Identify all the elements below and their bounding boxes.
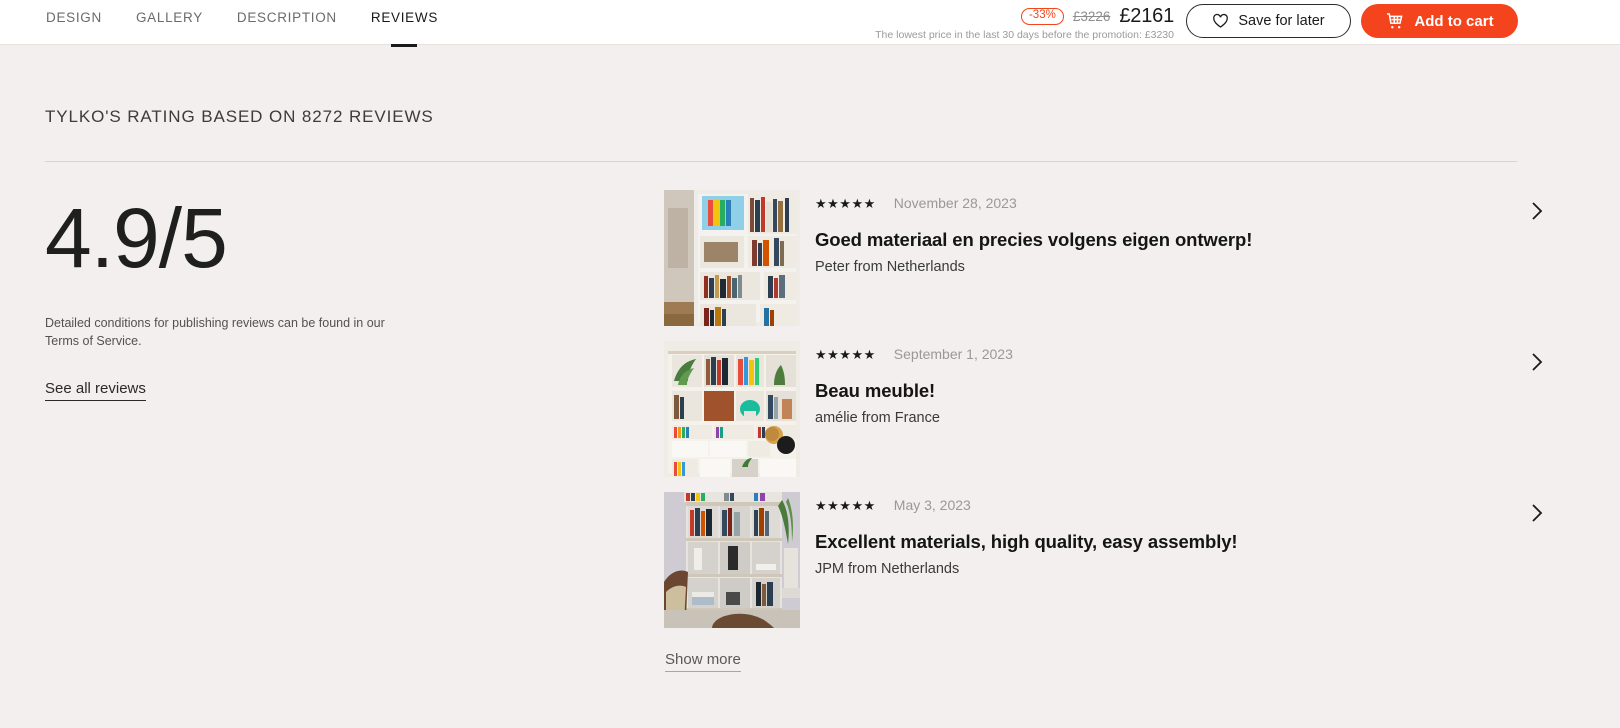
review-content: ★★★★★ November 28, 2023 Goed materiaal e… <box>800 190 1564 275</box>
review-date: May 3, 2023 <box>893 497 971 513</box>
review-thumbnail <box>664 190 800 326</box>
review-list-item[interactable]: ★★★★★ September 1, 2023 Beau meuble! amé… <box>664 341 1564 492</box>
reviews-section-heading: TYLKO'S RATING BASED ON 8272 REVIEWS <box>45 107 434 126</box>
review-title: Excellent materials, high quality, easy … <box>815 531 1238 552</box>
shopping-cart-icon <box>1385 12 1404 30</box>
star-rating-icon: ★★★★★ <box>815 346 876 362</box>
product-sticky-header: DESIGN GALLERY DESCRIPTION REVIEWS -33% … <box>0 0 1620 45</box>
review-title: Goed materiaal en precies volgens eigen … <box>815 229 1253 250</box>
review-author: amélie from France <box>815 410 940 426</box>
rating-summary: 4.9/5 Detailed conditions for publishing… <box>45 190 465 401</box>
reviews-list: ★★★★★ November 28, 2023 Goed materiaal e… <box>664 190 1564 672</box>
nav-tab-reviews[interactable]: REVIEWS <box>371 10 438 39</box>
review-date: September 1, 2023 <box>893 346 1013 362</box>
review-meta: ★★★★★ May 3, 2023 <box>815 496 1564 514</box>
nav-tab-gallery[interactable]: GALLERY <box>136 10 203 39</box>
chevron-right-icon[interactable] <box>1526 200 1548 222</box>
add-to-cart-button[interactable]: Add to cart <box>1361 4 1518 38</box>
see-all-reviews-link[interactable]: See all reviews <box>45 380 146 401</box>
save-for-later-label: Save for later <box>1238 13 1325 29</box>
review-date: November 28, 2023 <box>893 195 1017 211</box>
old-price: £3226 <box>1072 9 1111 24</box>
add-to-cart-label: Add to cart <box>1414 12 1494 30</box>
star-rating-icon: ★★★★★ <box>815 195 876 211</box>
review-thumbnail <box>664 341 800 477</box>
review-title: Beau meuble! <box>815 380 936 401</box>
current-price: £2161 <box>1119 5 1174 27</box>
show-more-button[interactable]: Show more <box>665 651 741 672</box>
heart-icon <box>1212 13 1229 29</box>
review-meta: ★★★★★ November 28, 2023 <box>815 194 1564 212</box>
review-meta: ★★★★★ September 1, 2023 <box>815 345 1564 363</box>
chevron-right-icon[interactable] <box>1526 351 1548 373</box>
review-content: ★★★★★ September 1, 2023 Beau meuble! amé… <box>800 341 1564 426</box>
nav-tab-design[interactable]: DESIGN <box>46 10 102 39</box>
save-for-later-button[interactable]: Save for later <box>1186 4 1351 38</box>
review-list-item[interactable]: ★★★★★ May 3, 2023 Excellent materials, h… <box>664 492 1564 643</box>
star-rating-icon: ★★★★★ <box>815 497 876 513</box>
rating-score: 4.9/5 <box>45 191 228 285</box>
review-author: JPM from Netherlands <box>815 561 960 577</box>
chevron-right-icon[interactable] <box>1526 502 1548 524</box>
lowest-price-note: The lowest price in the last 30 days bef… <box>875 29 1174 41</box>
review-content: ★★★★★ May 3, 2023 Excellent materials, h… <box>800 492 1564 577</box>
review-author: Peter from Netherlands <box>815 259 965 275</box>
section-divider <box>45 161 1517 162</box>
show-more-container: Show more <box>664 643 1564 672</box>
price-block: -33% £3226 £2161 The lowest price in the… <box>874 0 1174 41</box>
review-list-item[interactable]: ★★★★★ November 28, 2023 Goed materiaal e… <box>664 190 1564 341</box>
review-thumbnail <box>664 492 800 628</box>
nav-tab-description[interactable]: DESCRIPTION <box>237 10 337 39</box>
discount-badge: -33% <box>1020 7 1064 26</box>
price-row: -33% £3226 £2161 <box>874 0 1174 28</box>
reviews-page: DESIGN GALLERY DESCRIPTION REVIEWS -33% … <box>0 0 1620 728</box>
product-section-nav: DESIGN GALLERY DESCRIPTION REVIEWS <box>46 10 438 39</box>
rating-disclaimer: Detailed conditions for publishing revie… <box>45 316 385 348</box>
